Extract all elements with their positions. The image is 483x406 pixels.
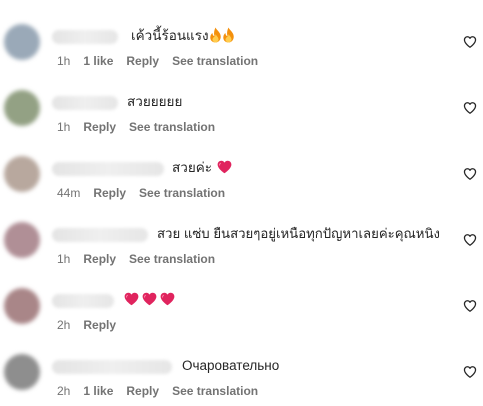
comment-text-value: เค้วนี้ร้อนแรง [131, 28, 209, 43]
likes-count[interactable]: 1 like [83, 383, 113, 399]
reply-button[interactable]: Reply [126, 53, 159, 69]
timestamp[interactable]: 1h [57, 119, 70, 135]
timestamp[interactable]: 1h [57, 53, 70, 69]
comment-text: เค้วนี้ร้อนแรง [131, 27, 235, 45]
like-heart-icon[interactable] [463, 101, 477, 115]
reply-button[interactable]: Reply [83, 251, 116, 267]
red-heart-icon [142, 292, 157, 306]
see-translation-button[interactable]: See translation [129, 251, 215, 267]
like-heart-icon[interactable] [463, 35, 477, 49]
like-heart-icon[interactable] [463, 299, 477, 313]
comment-meta: 1h Reply See translation [57, 119, 228, 135]
username-blurred[interactable] [52, 96, 118, 110]
comment-item: เค้วนี้ร้อนแรง 1h 1 like Reply See translat… [0, 10, 483, 76]
avatar[interactable] [4, 24, 40, 60]
like-heart-icon[interactable] [463, 233, 477, 247]
comment-item: สวยค่ะ 44m Reply See translation [0, 142, 483, 208]
comment-text-value: สวยยยยย [127, 94, 183, 109]
username-blurred[interactable] [52, 294, 114, 308]
comment-meta: 1h Reply See translation [57, 251, 228, 267]
likes-count[interactable]: 1 like [83, 53, 113, 69]
timestamp[interactable]: 44m [57, 185, 80, 201]
avatar[interactable] [4, 288, 40, 324]
timestamp[interactable]: 1h [57, 251, 70, 267]
reply-button[interactable]: Reply [126, 383, 159, 399]
comment-meta: 2h 1 like Reply See translation [57, 383, 271, 399]
comment-text [124, 291, 178, 309]
fire-icon [222, 27, 235, 43]
username-blurred[interactable] [52, 30, 118, 44]
comment-text: Очаровательно [182, 357, 279, 375]
red-heart-icon [124, 292, 139, 306]
red-heart-icon [160, 292, 175, 306]
avatar[interactable] [4, 90, 40, 126]
comment-text: สวยค่ะ [172, 159, 235, 177]
like-heart-icon[interactable] [463, 167, 477, 181]
red-heart-icon [217, 160, 232, 174]
see-translation-button[interactable]: See translation [139, 185, 225, 201]
username-blurred[interactable] [52, 360, 172, 374]
reply-button[interactable]: Reply [93, 185, 126, 201]
comment-item: สวย แซ่บ ยืนสวยๆอยู่เหนือทุกปัญหาเลยค่ะค… [0, 208, 483, 274]
comment-meta: 1h 1 like Reply See translation [57, 53, 271, 69]
comment-meta: 2h Reply [57, 317, 129, 333]
comment-meta: 44m Reply See translation [57, 185, 238, 201]
comment-item: Очаровательно 2h 1 like Reply See translati… [0, 340, 483, 406]
comment-item: สวยยยยย 1h Reply See translation [0, 76, 483, 142]
comment-text-value: Очаровательно [182, 358, 280, 373]
comment-text: สวย แซ่บ ยืนสวยๆอยู่เหนือทุกปัญหาเลยค่ะค… [157, 225, 440, 243]
avatar[interactable] [4, 222, 40, 258]
timestamp[interactable]: 2h [57, 317, 70, 333]
see-translation-button[interactable]: See translation [129, 119, 215, 135]
avatar[interactable] [4, 156, 40, 192]
username-blurred[interactable] [52, 162, 164, 176]
comment-text-value: สวย แซ่บ ยืนสวยๆอยู่เหนือทุกปัญหาเลยค่ะค… [157, 226, 440, 241]
reply-button[interactable]: Reply [83, 119, 116, 135]
comment-item: 2h Reply [0, 274, 483, 340]
avatar[interactable] [4, 354, 40, 390]
fire-icon [209, 27, 222, 43]
username-blurred[interactable] [52, 228, 148, 242]
see-translation-button[interactable]: See translation [172, 53, 258, 69]
timestamp[interactable]: 2h [57, 383, 70, 399]
reply-button[interactable]: Reply [83, 317, 116, 333]
comment-text: สวยยยยย [127, 93, 182, 111]
see-translation-button[interactable]: See translation [172, 383, 258, 399]
comment-text-value: สวยค่ะ [172, 160, 213, 175]
like-heart-icon[interactable] [463, 365, 477, 379]
